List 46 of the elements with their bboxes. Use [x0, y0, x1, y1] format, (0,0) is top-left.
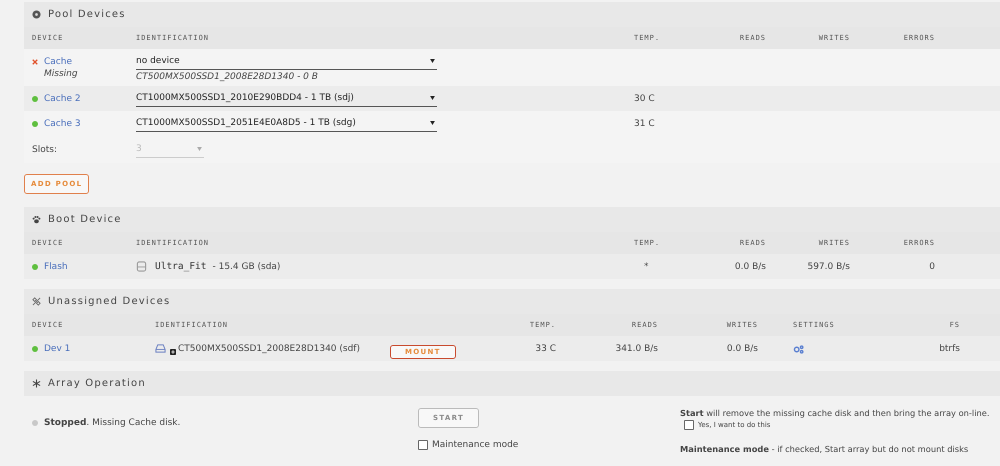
array-status: Stopped. Missing Cache disk.: [44, 418, 180, 428]
writes-cell: 597.0 B/s: [807, 262, 850, 272]
section-title: Array Operation: [48, 378, 146, 389]
device-link[interactable]: Cache: [44, 56, 72, 66]
section-title: Boot Device: [48, 214, 122, 225]
temp-cell-text: 30 C: [634, 94, 656, 104]
temp-cell-text: *: [643, 262, 648, 272]
checkbox[interactable]: [684, 420, 694, 430]
caret-icon: [430, 96, 435, 100]
snowflake-icon: [32, 379, 41, 388]
start-note: Start will remove the missing cache disk and then bring the array on-line.: [680, 408, 991, 418]
fs-cell: btrfs: [939, 344, 960, 354]
device-link[interactable]: Dev 1: [44, 344, 70, 354]
unplugged-icon: [32, 297, 41, 306]
plus-icon[interactable]: [170, 348, 176, 354]
hard-drive-icon: [155, 343, 166, 354]
section-title: Unassigned Devices: [48, 296, 170, 307]
device-model: Ultra_Fit: [155, 261, 206, 272]
checkbox-label: Maintenance mode: [432, 440, 518, 450]
device-identification: CT500MX500SSD1_2008E28D1340 (sdf): [178, 344, 360, 354]
device-select[interactable]: no device: [136, 53, 437, 70]
device-link[interactable]: Cache 3: [44, 118, 81, 128]
caret-icon: [430, 59, 435, 63]
section-title: Pool Devices: [48, 9, 126, 20]
writes-cell: 0.0 B/s: [726, 344, 758, 354]
checkbox[interactable]: [418, 440, 428, 450]
reads-cell: 341.0 B/s: [615, 344, 658, 354]
device-select[interactable]: CT1000MX500SSD1_2051E4E0A8D5 - 1 TB (sdg): [136, 115, 437, 132]
errors-cell: 0: [929, 262, 935, 272]
device-select[interactable]: CT1000MX500SSD1_2010E290BDD4 - 1 TB (sdj): [136, 90, 437, 107]
disc-icon: [32, 10, 41, 19]
slots-label: Slots:: [32, 144, 58, 154]
paw-icon: [32, 215, 41, 224]
device-detail: CT500MX500SSD1_2008E28D1340 - 0 B: [136, 72, 319, 82]
temp-cell-text: 31 C: [634, 118, 656, 128]
settings-icon[interactable]: [793, 345, 804, 354]
device-link[interactable]: Flash: [44, 262, 68, 272]
device-link[interactable]: Cache 2: [44, 94, 81, 104]
device-size: - 15.4 GB (sda): [212, 262, 280, 272]
usb-drive-icon: [136, 261, 147, 272]
temp-cell: 33 C: [535, 344, 556, 354]
maintenance-note: Maintenance mode - if checked, Start array but do not mount disks: [680, 444, 970, 454]
caret-icon: [197, 147, 202, 151]
device-note: Missing: [43, 68, 79, 78]
caret-icon: [430, 121, 435, 125]
reads-cell: 0.0 B/s: [734, 262, 766, 272]
